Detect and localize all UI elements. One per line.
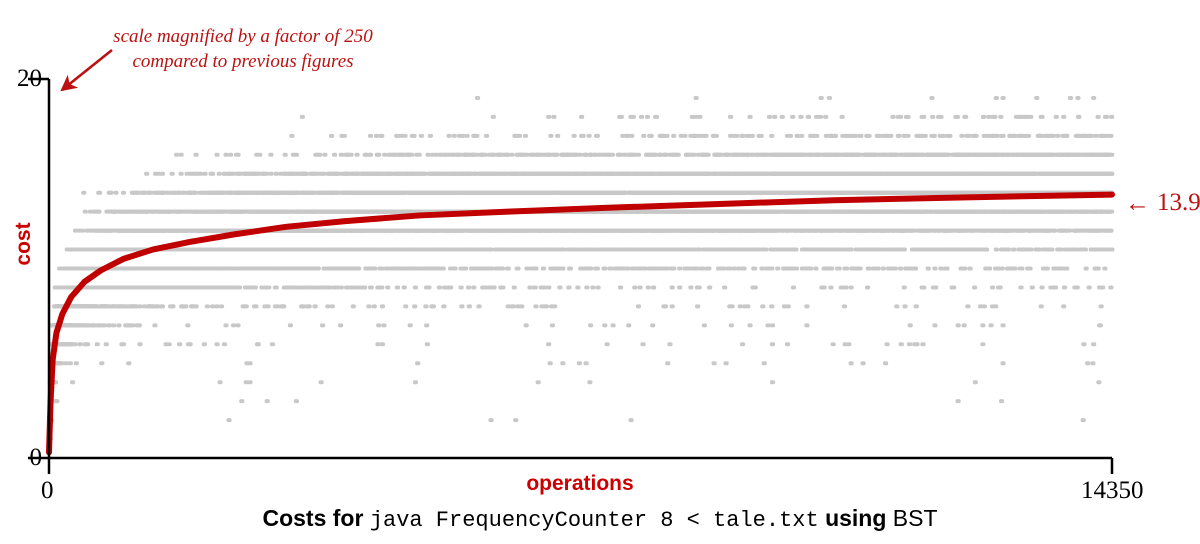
caption-part-3: using [825, 505, 887, 531]
y-axis-title: cost [12, 222, 35, 266]
average-cost-curve [46, 191, 1115, 456]
left-arrow-icon: ← [1125, 189, 1150, 217]
scale-note-line-1: scale magnified by a factor of 250 [113, 26, 373, 47]
y-axis-tick-label-bottom: 0 [29, 444, 43, 471]
chart-canvas [28, 48, 1115, 474]
scale-magnified-note: scale magnified by a factor of 250 compa… [78, 24, 408, 75]
x-axis-title: operations [526, 472, 634, 495]
axes-layer [28, 77, 1114, 474]
chart-figure: 20 0 0 14350 cost operations scale magni… [0, 0, 1200, 544]
y-axis-tick-label-top: 20 [17, 65, 42, 92]
caption-part-2: java FrequencyCounter 8 < tale.txt [369, 508, 819, 533]
scale-note-line-2: compared to previous figures [132, 51, 354, 73]
caption-part-1: Costs for [262, 505, 364, 531]
scatter-points-layer [47, 95, 1115, 442]
figure-caption: Costs for java FrequencyCounter 8 < tale… [0, 505, 1200, 533]
caption-part-4: BST [892, 505, 938, 531]
average-cost-callout: ← 13.9 [1125, 189, 1200, 217]
average-cost-value: 13.9 [1157, 189, 1200, 216]
